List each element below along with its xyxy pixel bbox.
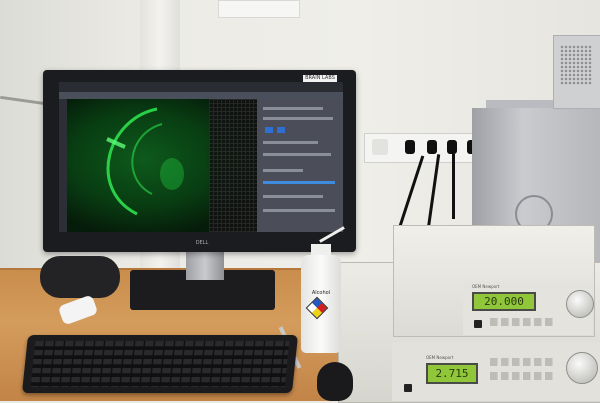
image-overlay-grid <box>209 99 257 232</box>
software-control-panel[interactable] <box>257 99 343 232</box>
monitor-brand-logo: DELL <box>195 240 209 246</box>
plug <box>427 140 437 154</box>
software-left-tool-strip[interactable] <box>59 99 67 232</box>
panel-row[interactable] <box>263 117 333 120</box>
keyboard[interactable] <box>21 335 299 393</box>
bottle-label: Alcohol <box>311 290 331 296</box>
mouse[interactable] <box>317 362 353 401</box>
controller-top-lcd: 20.000 <box>472 292 536 311</box>
keyboard-key-gaps <box>30 341 290 387</box>
socket <box>372 139 388 155</box>
panel-slider[interactable] <box>263 181 335 184</box>
controller-bottom-buttons-upper[interactable] <box>490 358 556 366</box>
power-switch-icon[interactable] <box>474 320 482 328</box>
controller-bottom-buttons-lower[interactable] <box>490 372 556 380</box>
panel-row[interactable] <box>263 141 318 144</box>
glasses-case <box>40 256 120 298</box>
rotary-knob-icon[interactable] <box>566 352 598 384</box>
software-toolbar[interactable] <box>59 92 343 99</box>
plug <box>447 140 457 154</box>
panel-button[interactable] <box>277 127 285 133</box>
power-switch-icon[interactable] <box>404 384 412 392</box>
panel-row[interactable] <box>263 209 335 212</box>
controller-top-buttons[interactable] <box>490 318 556 326</box>
vent-grille <box>560 45 592 85</box>
panel-row[interactable] <box>263 107 323 110</box>
cable <box>452 154 455 219</box>
monitor-screen[interactable] <box>59 82 343 232</box>
panel-button[interactable] <box>265 127 273 133</box>
panel-row[interactable] <box>263 169 303 172</box>
software-menu-bar[interactable] <box>59 82 343 92</box>
controller-bottom-lcd: 2.715 <box>426 363 478 384</box>
monitor-stand-neck <box>186 252 224 280</box>
panel-row[interactable] <box>263 195 323 198</box>
plug <box>405 140 415 154</box>
monitor-corner-label: BRAIN LABS <box>303 75 337 82</box>
wall-paper-note <box>218 0 300 18</box>
controller-bottom-brand: OEM Newport <box>426 355 454 360</box>
panel-row[interactable] <box>263 153 331 156</box>
controller-top-brand: OEM Newport <box>472 284 500 289</box>
rotary-knob-icon[interactable] <box>566 290 594 318</box>
